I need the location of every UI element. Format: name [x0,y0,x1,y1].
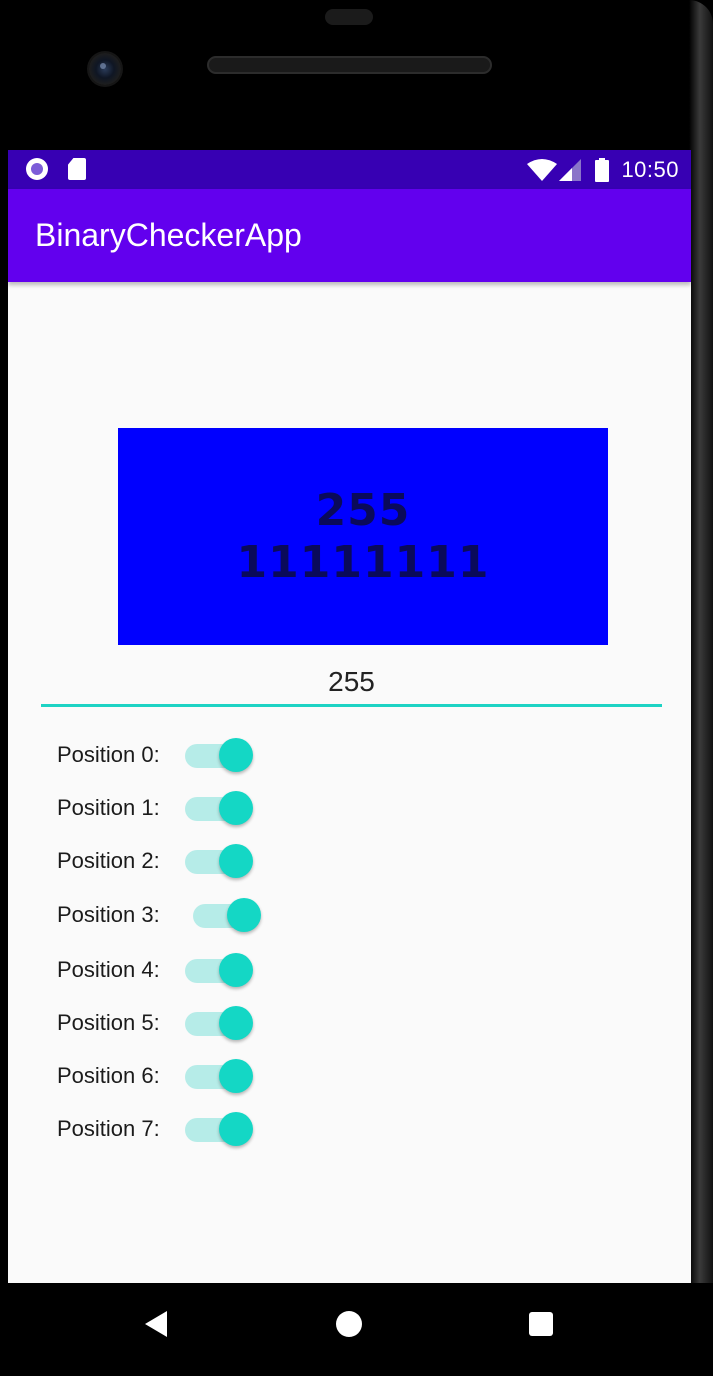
switch-row-position-2: Position 2: [57,841,457,881]
app-title: BinaryCheckerApp [35,217,302,253]
switch-position-6[interactable] [185,1056,255,1096]
switch-thumb [219,1112,253,1146]
status-bar-right: 10:50 [527,150,679,189]
binary-display: 255 11111111 [118,428,608,645]
switch-thumb [219,1059,253,1093]
switch-position-1[interactable] [185,788,255,828]
binary-value: 11111111 [236,536,490,588]
switch-row-position-7: Position 7: [57,1109,457,1149]
switch-label: Position 5: [57,1010,160,1035]
switch-thumb [219,791,253,825]
switch-row-position-3: Position 3: [57,895,457,935]
number-input[interactable] [41,659,662,707]
speaker-grille [207,56,492,74]
switch-position-3[interactable] [193,895,263,935]
sd-card-icon [68,158,86,180]
earpiece [325,9,373,25]
switch-thumb [219,953,253,987]
recents-icon[interactable] [529,1312,553,1336]
switch-row-position-0: Position 0: [57,735,457,775]
decimal-value: 255 [315,484,411,536]
switch-label: Position 2: [57,848,160,873]
switch-thumb [219,1006,253,1040]
navigation-bar [0,1283,713,1376]
switch-row-position-6: Position 6: [57,1056,457,1096]
home-icon[interactable] [336,1311,362,1337]
switch-row-position-4: Position 4: [57,950,457,990]
switch-thumb [219,738,253,772]
cell-signal-icon [559,158,582,181]
switch-label: Position 3: [57,902,160,927]
app-screen: 10:50 BinaryCheckerApp 255 11111111 Posi… [8,150,691,1283]
back-icon[interactable] [145,1311,167,1337]
switch-row-position-1: Position 1: [57,788,457,828]
battery-icon [595,157,610,182]
status-time: 10:50 [621,156,679,182]
switch-thumb [227,898,261,932]
switch-row-position-5: Position 5: [57,1003,457,1043]
switch-position-2[interactable] [185,841,255,881]
switch-label: Position 0: [57,742,160,767]
switch-position-4[interactable] [185,950,255,990]
status-bar: 10:50 [8,150,691,189]
recording-circle-icon [26,158,48,180]
device-edge [689,0,713,1376]
wifi-icon [527,158,558,181]
app-bar: BinaryCheckerApp [8,189,691,282]
switch-label: Position 1: [57,795,160,820]
switch-label: Position 6: [57,1063,160,1088]
device-frame: 10:50 BinaryCheckerApp 255 11111111 Posi… [0,0,713,1376]
switch-thumb [219,844,253,878]
switch-position-7[interactable] [185,1109,255,1149]
switch-position-5[interactable] [185,1003,255,1043]
switch-label: Position 7: [57,1116,160,1141]
switch-label: Position 4: [57,957,160,982]
front-camera-icon [89,53,121,85]
switch-position-0[interactable] [185,735,255,775]
